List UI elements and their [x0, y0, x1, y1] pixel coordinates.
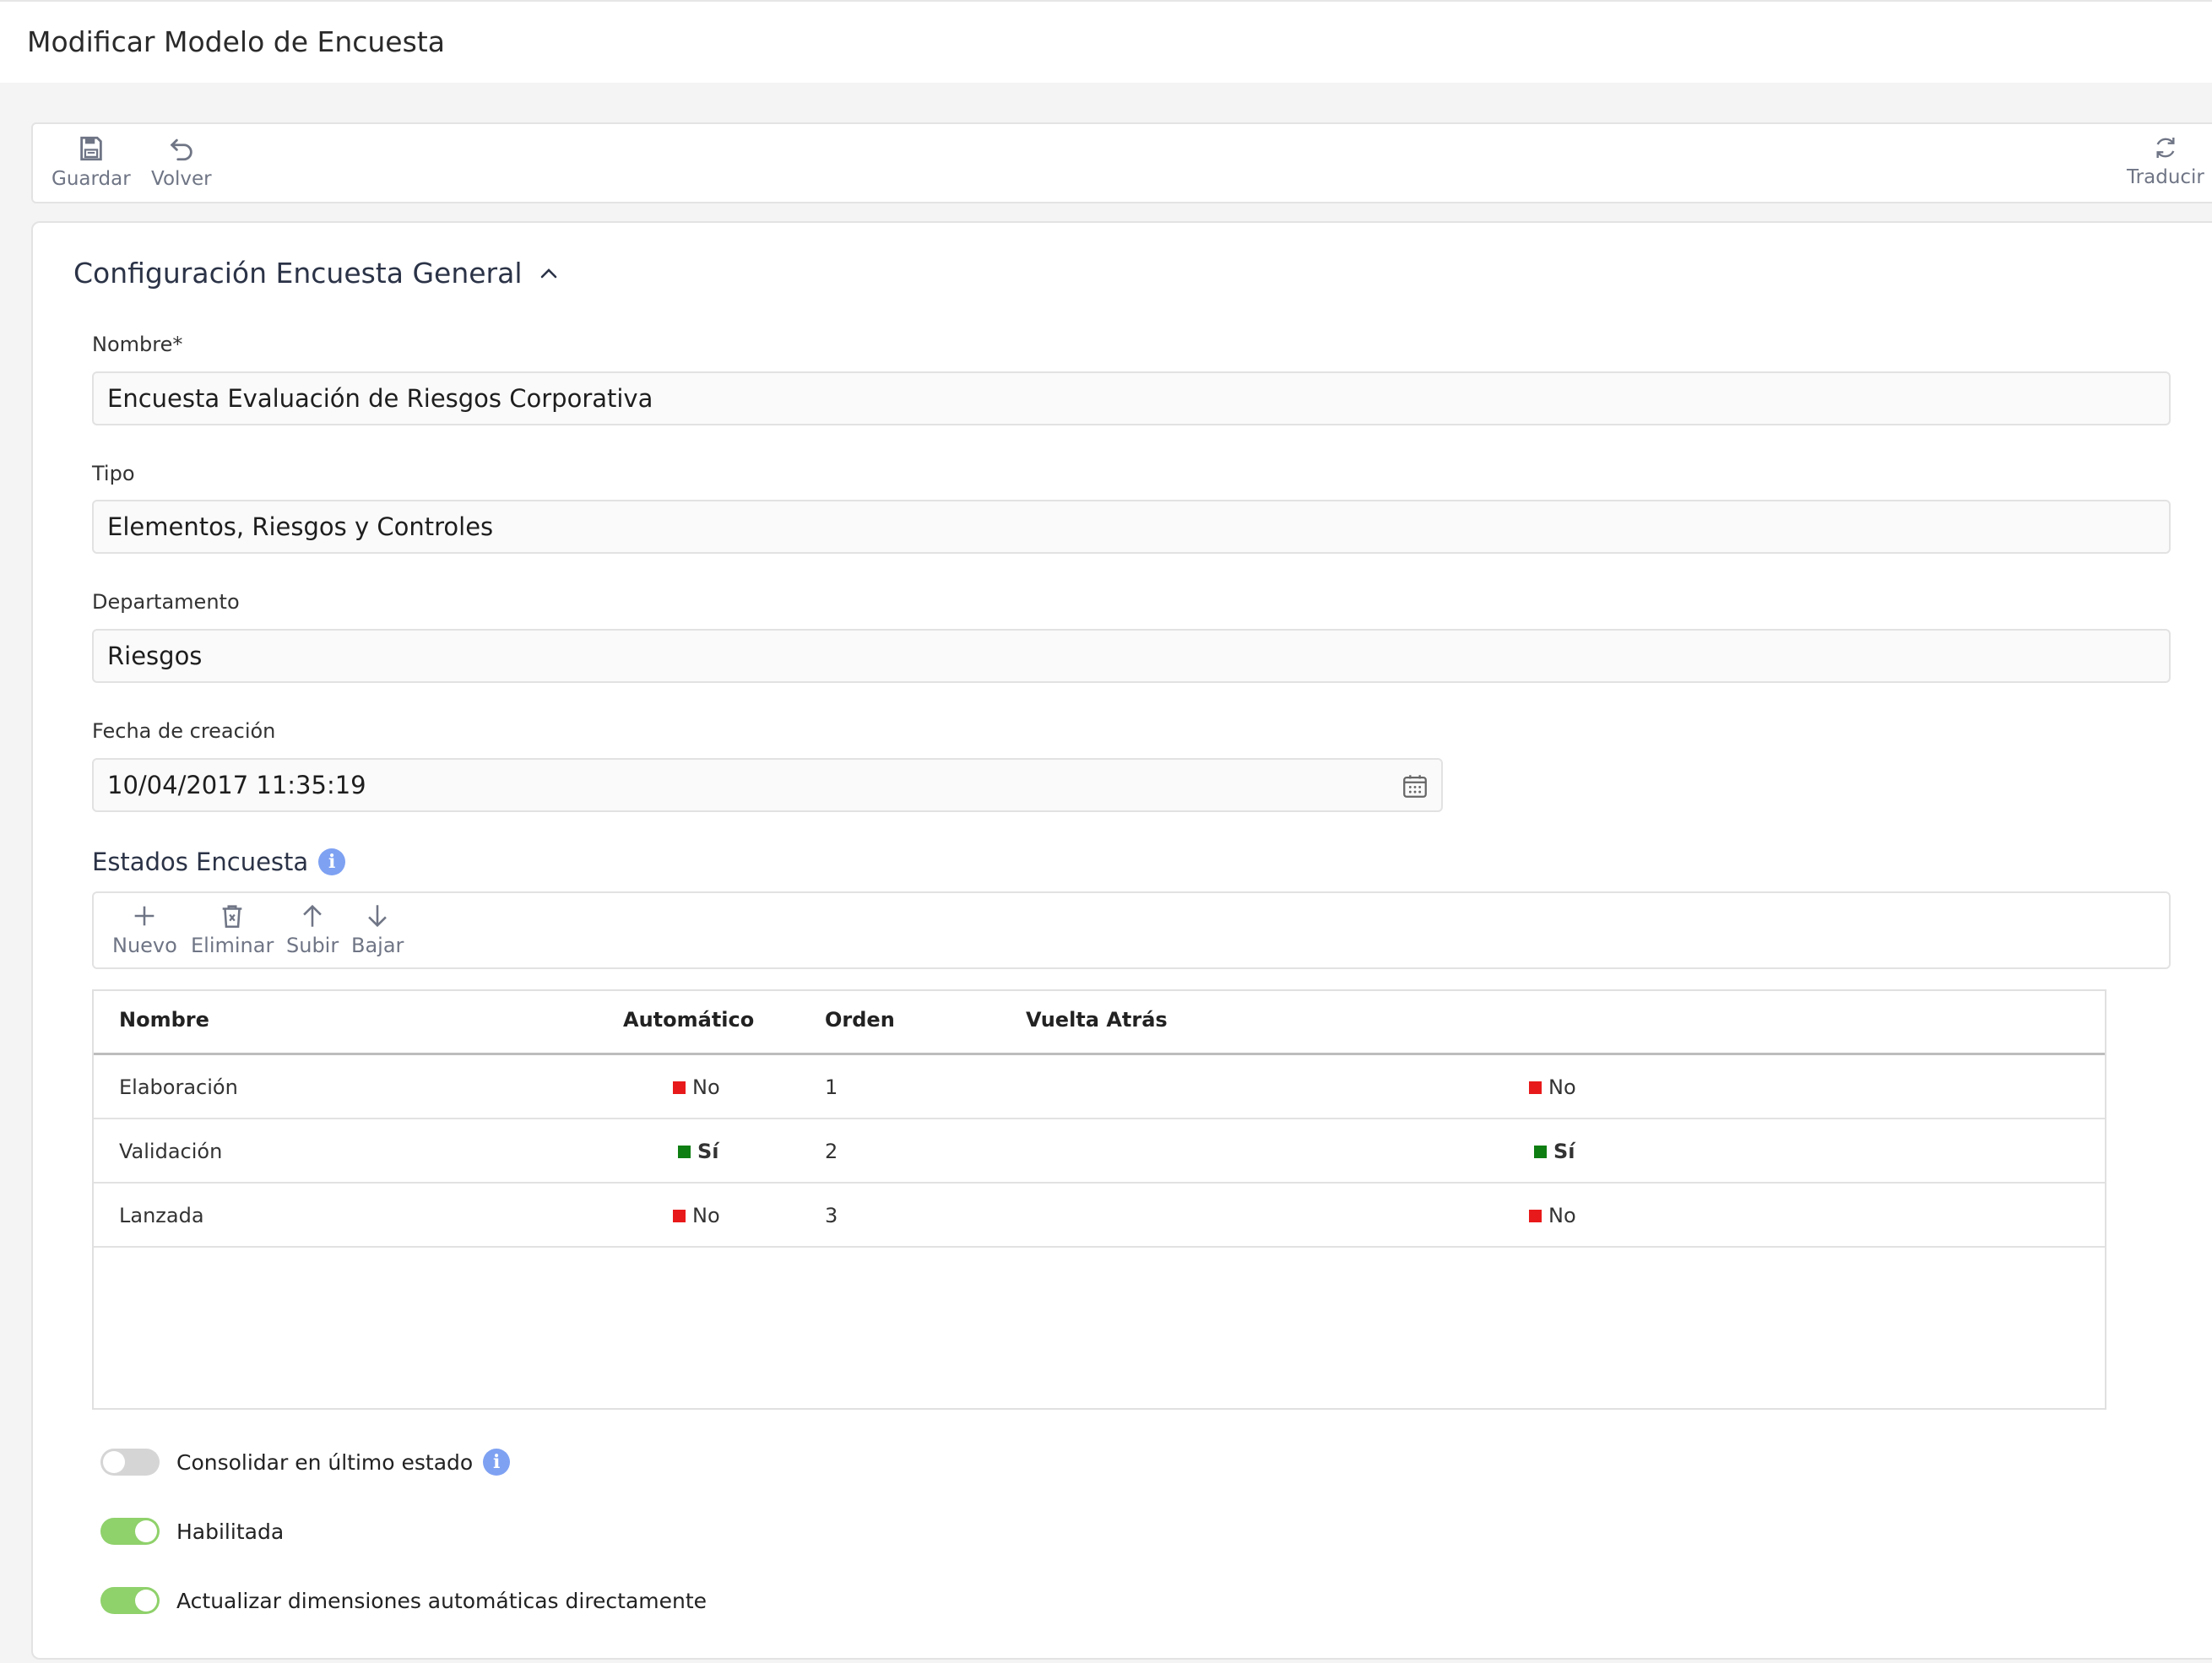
created-date-label: Fecha de creación — [92, 719, 276, 743]
toggle-knob — [103, 1451, 125, 1473]
translate-label: Traducir — [2127, 166, 2204, 188]
no-indicator — [1529, 1209, 1542, 1222]
table-row[interactable]: Validación Sí 2 Sí — [94, 1119, 2105, 1184]
state-back: No — [1529, 1075, 1576, 1099]
new-state-button[interactable]: Nuevo — [112, 893, 177, 971]
section-title: Configuración Encuesta General — [73, 257, 523, 290]
state-auto-text: Sí — [697, 1140, 719, 1163]
state-name: Elaboración — [119, 1075, 238, 1099]
trash-icon — [222, 905, 242, 929]
toggle-knob — [135, 1520, 157, 1542]
name-field[interactable]: Encuesta Evaluación de Riesgos Corporati… — [92, 371, 2171, 425]
state-back: Sí — [1534, 1140, 1575, 1163]
states-title: Estados Encuesta i — [92, 848, 346, 876]
state-order: 1 — [825, 1075, 838, 1099]
state-auto: Sí — [678, 1140, 719, 1163]
consolidate-toggle[interactable] — [100, 1449, 160, 1476]
page-header: Modificar Modelo de Encuesta — [0, 0, 2212, 83]
no-indicator — [1529, 1081, 1542, 1094]
translate-button[interactable]: Traducir — [2127, 124, 2204, 202]
col-automatic[interactable]: Automático — [623, 1008, 754, 1032]
state-order: 2 — [825, 1140, 838, 1163]
update-dimensions-toggle-row: Actualizar dimensiones automáticas direc… — [100, 1587, 707, 1614]
arrow-up-icon — [303, 904, 322, 927]
type-field[interactable]: Elementos, Riesgos y Controles — [92, 500, 2171, 554]
state-auto-text: No — [692, 1075, 720, 1099]
col-back[interactable]: Vuelta Atrás — [1026, 1008, 1168, 1032]
plus-icon — [135, 906, 155, 926]
back-label: Volver — [151, 168, 212, 190]
no-indicator — [673, 1081, 686, 1094]
table-row[interactable]: Elaboración No 1 No — [94, 1055, 2105, 1119]
info-icon[interactable]: i — [483, 1449, 511, 1476]
delete-state-button[interactable]: Eliminar — [191, 893, 274, 971]
update-dimensions-label: Actualizar dimensiones automáticas direc… — [176, 1588, 708, 1613]
yes-indicator — [1534, 1145, 1547, 1158]
name-label: Nombre* — [92, 333, 183, 356]
arrow-down-icon — [368, 905, 388, 928]
back-button[interactable]: Volver — [151, 124, 212, 202]
table-row[interactable]: Lanzada No 3 No — [94, 1184, 2105, 1248]
enabled-toggle-row: Habilitada — [100, 1518, 284, 1545]
states-toolbar: Nuevo Eliminar Subir Bajar — [92, 891, 2171, 969]
col-name[interactable]: Nombre — [119, 1008, 209, 1032]
new-state-label: Nuevo — [112, 934, 177, 957]
move-up-button[interactable]: Subir — [286, 893, 339, 971]
save-button[interactable]: Guardar — [52, 124, 131, 202]
no-indicator — [673, 1209, 686, 1222]
section-header[interactable]: Configuración Encuesta General — [73, 257, 558, 290]
state-back-text: Sí — [1553, 1140, 1575, 1163]
states-table: Nombre Automático Orden Vuelta Atrás Ela… — [92, 989, 2106, 1410]
enabled-label: Habilitada — [176, 1519, 285, 1544]
update-dimensions-toggle[interactable] — [100, 1587, 160, 1614]
table-header: Nombre Automático Orden Vuelta Atrás — [94, 991, 2105, 1055]
col-order[interactable]: Orden — [825, 1008, 895, 1032]
consolidate-label: Consolidar en último estado — [176, 1449, 474, 1475]
department-label: Departamento — [92, 590, 240, 614]
state-name: Lanzada — [119, 1204, 204, 1227]
refresh-icon — [2156, 138, 2175, 158]
info-icon[interactable]: i — [318, 848, 346, 875]
config-panel: Configuración Encuesta General Nombre* E… — [31, 221, 2212, 1660]
save-icon — [80, 136, 102, 161]
undo-icon — [170, 138, 192, 161]
state-auto: No — [673, 1075, 720, 1099]
enabled-toggle[interactable] — [100, 1518, 160, 1545]
calendar-icon[interactable] — [1401, 772, 1429, 800]
yes-indicator — [678, 1145, 691, 1158]
state-back-text: No — [1548, 1075, 1576, 1099]
move-down-label: Bajar — [351, 934, 404, 957]
state-order: 3 — [825, 1204, 838, 1227]
state-name: Validación — [119, 1140, 223, 1163]
state-auto: No — [673, 1204, 720, 1227]
toggle-knob — [135, 1590, 157, 1612]
consolidate-toggle-row: Consolidar en último estado i — [100, 1449, 511, 1476]
created-date-value: 10/04/2017 11:35:19 — [107, 771, 366, 799]
move-up-label: Subir — [286, 934, 339, 957]
department-field[interactable]: Riesgos — [92, 629, 2171, 683]
state-back-text: No — [1548, 1204, 1576, 1227]
states-title-text: Estados Encuesta — [92, 848, 309, 876]
page-title: Modificar Modelo de Encuesta — [27, 25, 445, 58]
save-label: Guardar — [52, 168, 131, 190]
chevron-up-icon[interactable] — [539, 268, 558, 279]
delete-state-label: Eliminar — [191, 934, 274, 957]
state-auto-text: No — [692, 1204, 720, 1227]
type-label: Tipo — [92, 462, 135, 485]
state-back: No — [1529, 1204, 1576, 1227]
move-down-button[interactable]: Bajar — [351, 893, 404, 971]
created-date-field[interactable]: 10/04/2017 11:35:19 — [92, 758, 1443, 812]
main-toolbar: Guardar Volver Traducir — [31, 122, 2212, 203]
